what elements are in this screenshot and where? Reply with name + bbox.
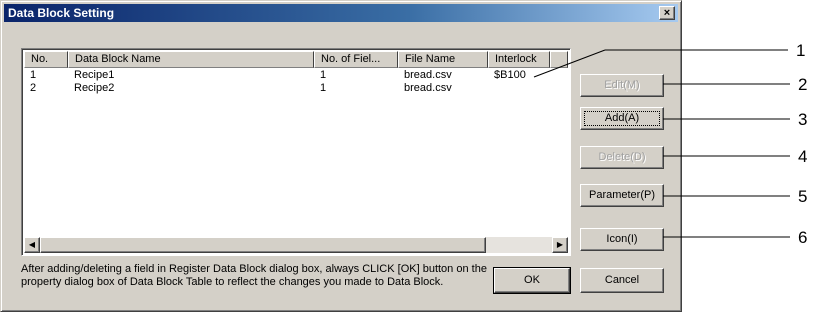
data-block-setting-dialog: Data Block Setting × No. Data Block Name… <box>0 0 682 312</box>
cell-data-block-name: Recipe1 <box>74 69 115 81</box>
ok-button[interactable]: OK <box>493 267 571 294</box>
scroll-left-icon[interactable]: ◀ <box>24 237 40 253</box>
column-header-no[interactable]: No. <box>24 51 68 68</box>
scroll-right-icon[interactable]: ▶ <box>552 237 568 253</box>
title-bar: Data Block Setting × <box>4 4 678 22</box>
dialog-title: Data Block Setting <box>8 6 115 20</box>
callout-number-6: 6 <box>798 228 808 247</box>
cell-data-block-name: Recipe2 <box>74 82 115 94</box>
callout-number-2: 2 <box>798 75 808 94</box>
cell-no-of-fields: 1 <box>320 82 327 94</box>
cell-file-name: bread.csv <box>404 69 452 81</box>
column-header-interlock[interactable]: Interlock <box>488 51 550 68</box>
cell-file-name: bread.csv <box>404 82 452 94</box>
table-row[interactable]: 2 Recipe2 1 bread.csv <box>24 82 568 95</box>
scrollbar-thumb[interactable] <box>40 237 486 253</box>
cell-interlock: $B100 <box>494 69 526 81</box>
delete-button[interactable]: Delete(D) <box>580 146 664 169</box>
cell-no-of-fields: 1 <box>320 69 327 81</box>
data-block-list[interactable]: No. Data Block Name No. of Fiel... File … <box>21 48 571 256</box>
cancel-button[interactable]: Cancel <box>580 268 664 293</box>
table-row[interactable]: 1 Recipe1 1 bread.csv $B100 <box>24 69 568 82</box>
instruction-note: After adding/deleting a field in Registe… <box>21 263 487 288</box>
edit-button[interactable]: Edit(M) <box>580 74 664 97</box>
callout-number-3: 3 <box>798 110 808 129</box>
column-header-filler <box>550 51 568 68</box>
close-icon[interactable]: × <box>659 6 675 20</box>
cell-interlock <box>488 82 550 95</box>
cell-no: 2 <box>30 82 37 94</box>
parameter-button[interactable]: Parameter(P) <box>580 184 664 207</box>
scrollbar-track[interactable] <box>486 237 552 253</box>
icon-button[interactable]: Icon(I) <box>580 228 664 251</box>
callout-number-4: 4 <box>798 147 808 166</box>
list-header: No. Data Block Name No. of Fiel... File … <box>24 51 568 68</box>
add-button[interactable]: Add(A) <box>580 107 664 130</box>
column-header-no-of-fields[interactable]: No. of Fiel... <box>314 51 398 68</box>
list-rows: 1 Recipe1 1 bread.csv $B100 2 Recipe2 1 … <box>24 69 568 95</box>
callout-number-1: 1 <box>796 41 806 60</box>
column-header-file-name[interactable]: File Name <box>398 51 488 68</box>
callout-number-5: 5 <box>798 187 808 206</box>
cell-no: 1 <box>30 69 37 81</box>
column-header-data-block-name[interactable]: Data Block Name <box>68 51 314 68</box>
horizontal-scrollbar[interactable]: ◀ ▶ <box>24 237 568 253</box>
